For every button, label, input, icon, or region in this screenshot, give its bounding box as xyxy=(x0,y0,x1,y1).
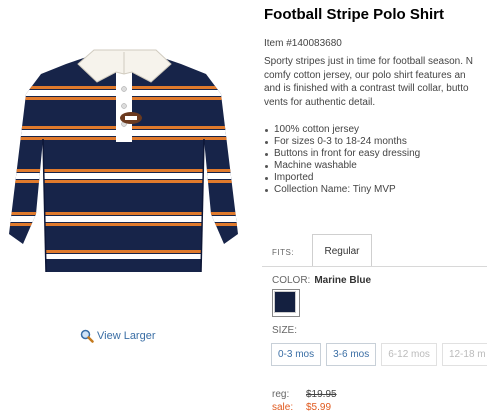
color-label-text: COLOR: xyxy=(272,275,311,286)
description-line: comfy cotton jersey, our polo shirt feat… xyxy=(264,69,466,81)
feature-text: Machine washable xyxy=(274,160,357,171)
magnifier-icon xyxy=(80,329,94,343)
size-button-6-12-mos[interactable]: 6-12 mos xyxy=(381,343,437,366)
polo-shirt-image[interactable] xyxy=(6,44,251,274)
feature-list: 100% cotton jersey For sizes 0-3 to 18-2… xyxy=(264,124,420,196)
bullet-icon xyxy=(265,188,268,192)
selected-color-name: Marine Blue xyxy=(314,275,372,286)
feature-item: Collection Name: Tiny MVP xyxy=(264,184,420,196)
price-block: reg: $19.95 sale: $5.99 xyxy=(272,388,337,414)
view-larger-label[interactable]: View Larger xyxy=(97,330,156,342)
bullet-icon xyxy=(265,128,268,132)
fits-selector: FITS: Regular xyxy=(262,234,487,267)
sale-price: $5.99 xyxy=(306,402,332,413)
product-title: Football Stripe Polo Shirt xyxy=(264,6,444,23)
bullet-icon xyxy=(265,164,268,168)
feature-text: Imported xyxy=(274,172,314,183)
description-line: and is finished with a contrast twill co… xyxy=(264,83,469,94)
tab-fit-regular[interactable]: Regular xyxy=(312,234,372,267)
sale-price-label: sale: xyxy=(272,402,294,413)
feature-text: Collection Name: Tiny MVP xyxy=(274,184,396,195)
size-label: SIZE: xyxy=(272,325,298,336)
description-line: vents for authentic detail. xyxy=(264,96,376,108)
color-swatch-marine-blue[interactable] xyxy=(272,289,300,317)
feature-item: For sizes 0-3 to 18-24 months xyxy=(264,136,420,148)
item-number: Item #140083680 xyxy=(264,38,342,49)
view-larger-link[interactable]: View Larger xyxy=(80,329,156,343)
feature-item: 100% cotton jersey xyxy=(264,124,420,136)
color-label: COLOR: Marine Blue xyxy=(272,275,371,286)
feature-text: 100% cotton jersey xyxy=(274,124,360,135)
bullet-icon xyxy=(265,140,268,144)
product-image-panel: View Larger xyxy=(0,0,258,416)
feature-text: Buttons in front for easy dressing xyxy=(274,148,421,159)
size-button-12-18-mos[interactable]: 12-18 m xyxy=(441,343,487,366)
feature-item: Machine washable xyxy=(264,160,420,172)
feature-item: Buttons in front for easy dressing xyxy=(264,148,420,160)
size-options: 0-3 mos 3-6 mos 6-12 mos 12-18 m xyxy=(271,343,487,366)
product-description: Sporty stripes just in time for football… xyxy=(264,55,487,109)
swatch-fill xyxy=(274,291,296,313)
bullet-icon xyxy=(265,176,268,180)
fits-label: FITS: xyxy=(272,248,295,257)
feature-text: For sizes 0-3 to 18-24 months xyxy=(274,136,407,147)
regular-price: $19.95 xyxy=(306,389,337,400)
regular-price-label: reg: xyxy=(272,389,290,400)
description-line: Sporty stripes just in time for football… xyxy=(264,56,473,67)
product-details: Football Stripe Polo Shirt Item #1400836… xyxy=(262,0,487,416)
fits-divider xyxy=(262,266,487,267)
feature-item: Imported xyxy=(264,172,420,184)
size-button-3-6-mos[interactable]: 3-6 mos xyxy=(326,343,377,366)
bullet-icon xyxy=(265,152,268,156)
size-button-0-3-mos[interactable]: 0-3 mos xyxy=(271,343,322,366)
